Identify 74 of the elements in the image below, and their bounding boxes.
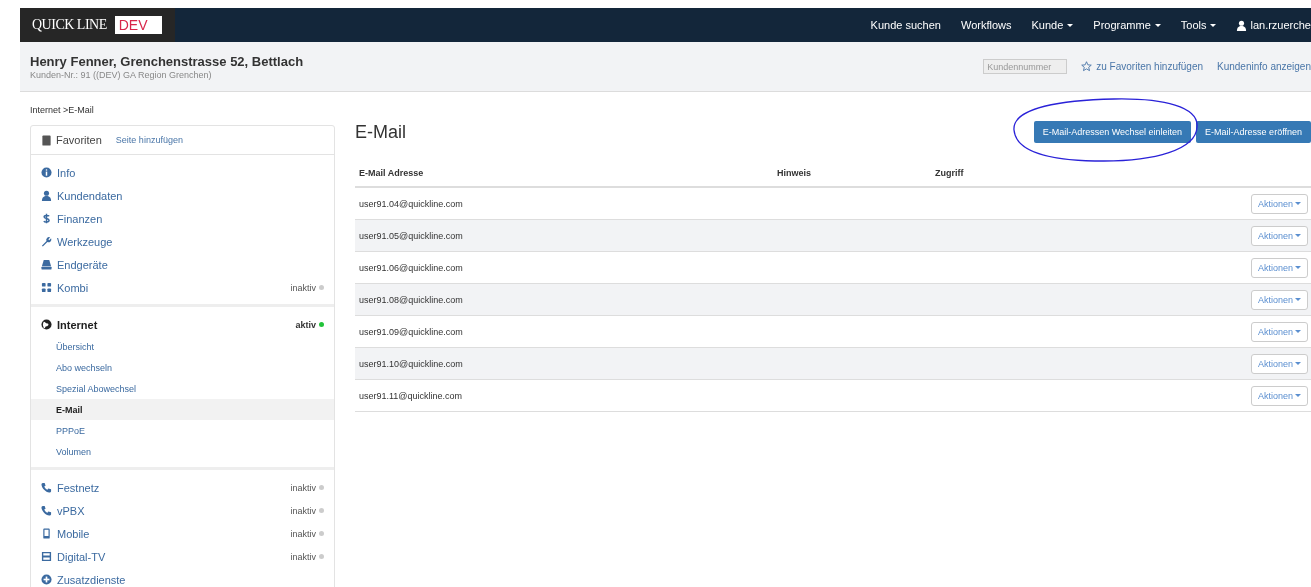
sidebar-item[interactable]: Zusatzdienste (41, 573, 126, 586)
favorites-title: Favoriten (41, 134, 102, 146)
sidebar-subitem[interactable]: Übersicht (31, 336, 334, 357)
status-label: inaktiv (290, 528, 316, 539)
email-cell: user91.06@quickline.com (355, 251, 773, 284)
column-header: Hinweis (773, 160, 931, 187)
sidebar-subitem[interactable]: E-Mail (31, 399, 334, 420)
film-icon (41, 551, 52, 562)
logo: QUICK LINE (32, 17, 107, 33)
actions-dropdown-button[interactable]: Aktionen (1250, 289, 1308, 310)
grid-icon (41, 282, 52, 293)
actions-dropdown-button[interactable]: Aktionen (1250, 225, 1308, 246)
customer-info-link[interactable]: Kundeninfo anzeigen (1217, 61, 1311, 72)
sidebar-item[interactable]: Kombi (41, 281, 89, 294)
plus-circle-icon (41, 574, 52, 585)
customer-name: Henry Fenner, Grenchenstrasse 52, Bettlach (30, 53, 304, 69)
nav-link[interactable]: Kunde suchen (870, 19, 941, 31)
sidebar-item[interactable]: Info (41, 166, 76, 179)
breadcrumb[interactable]: Internet >E-Mail (30, 105, 94, 115)
status-label: inaktiv (290, 282, 316, 293)
email-cell: user91.11@quickline.com (355, 379, 773, 412)
column-header: Zugriff (931, 160, 1069, 187)
user-icon (41, 190, 52, 201)
email-cell: user91.04@quickline.com (355, 187, 773, 220)
email-cell: user91.05@quickline.com (355, 219, 773, 252)
sidebar-subitem[interactable]: PPPoE (31, 420, 334, 441)
info-icon (41, 167, 52, 178)
wrench-icon (41, 236, 52, 247)
actions-dropdown-button[interactable]: Aktionen (1250, 257, 1308, 278)
nav-link[interactable]: Workflows (960, 19, 1012, 31)
actions-dropdown-button[interactable]: Aktionen (1250, 353, 1308, 374)
star-icon (1081, 61, 1093, 72)
status-label: inaktiv (290, 482, 316, 493)
sidebar-item[interactable]: Internet (41, 318, 98, 331)
column-header: E-Mail Adresse (355, 160, 773, 187)
sidebar-subitem[interactable]: Volumen (31, 441, 334, 462)
sidebar-item[interactable]: Festnetz (41, 481, 100, 494)
nav-link[interactable]: Kunde (1031, 19, 1074, 31)
add-favorite-link[interactable]: zu Favoriten hinzufügen (1081, 61, 1203, 72)
action-button[interactable]: E-Mail-Adresse eröffnen (1196, 121, 1311, 143)
dollar-icon (41, 213, 52, 224)
sidebar-item[interactable]: Endgeräte (41, 258, 108, 271)
sidebar-item[interactable]: Kundendaten (41, 189, 123, 202)
book-icon (41, 134, 52, 146)
sidebar-item[interactable]: Finanzen (41, 212, 103, 225)
customer-number: Kunden-Nr.: 91 ((DEV) GA Region Grenchen) (30, 69, 213, 80)
status-label: inaktiv (290, 551, 316, 562)
actions-dropdown-button[interactable]: Aktionen (1250, 321, 1308, 342)
email-cell: user91.08@quickline.com (355, 283, 773, 316)
sidebar-item[interactable]: Mobile (41, 527, 90, 540)
page-title: E-Mail (355, 121, 406, 143)
sidebar-item[interactable]: Werkzeuge (41, 235, 113, 248)
sidebar-subitem[interactable]: Spezial Abowechsel (31, 378, 334, 399)
sidebar-item[interactable]: Digital-TV (41, 550, 106, 563)
actions-dropdown-button[interactable]: Aktionen (1250, 193, 1308, 214)
email-cell: user91.09@quickline.com (355, 315, 773, 348)
user-menu[interactable]: lan.rzuerche (1236, 19, 1311, 31)
user-icon (1236, 19, 1248, 31)
actions-dropdown-button[interactable]: Aktionen (1250, 385, 1308, 406)
status-label: inaktiv (290, 505, 316, 516)
email-cell: user91.10@quickline.com (355, 347, 773, 380)
nav-link[interactable]: Programme (1093, 19, 1161, 31)
action-button[interactable]: E-Mail-Adressen Wechsel einleiten (1033, 121, 1192, 143)
sidebar-item[interactable]: vPBX (41, 504, 85, 517)
phone-icon (41, 482, 52, 493)
status-label: aktiv (295, 319, 316, 330)
customer-number-field[interactable]: Kundennummer (983, 59, 1068, 74)
environment-badge: DEV (114, 16, 162, 34)
nav-link[interactable]: Tools (1180, 19, 1217, 31)
sidebar-subitem[interactable]: Abo wechseln (31, 357, 334, 378)
add-page-link[interactable]: Seite hinzufügen (115, 135, 183, 145)
device-icon (41, 259, 52, 270)
phone-icon (41, 505, 52, 516)
mobile-phone-icon (41, 528, 52, 539)
